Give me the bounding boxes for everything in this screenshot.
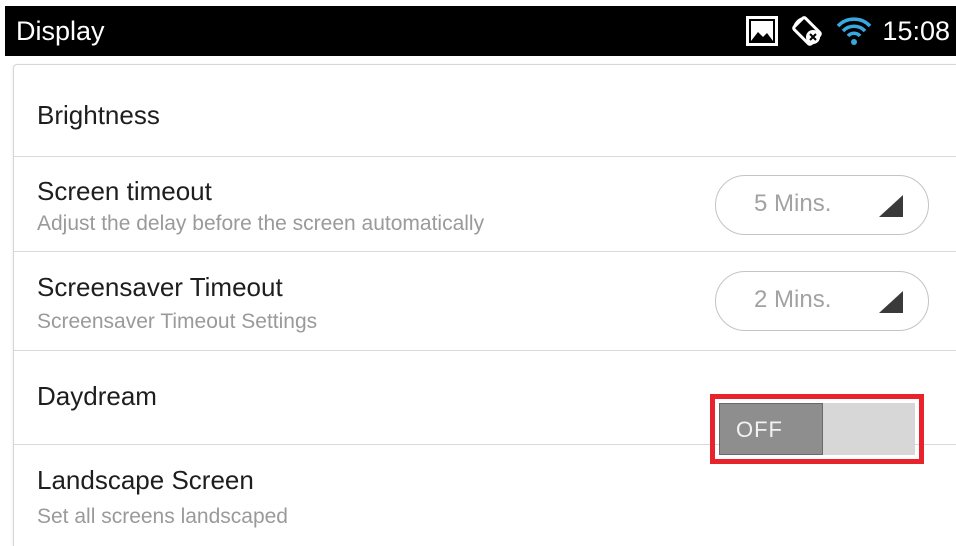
setting-subtitle: Adjust the delay before the screen autom… bbox=[37, 212, 485, 235]
auto-rotate-off-icon bbox=[792, 16, 823, 46]
display-settings-screen: Display 15:08 Brightness Screen timeout … bbox=[0, 0, 956, 546]
page-title: Display bbox=[16, 16, 105, 46]
setting-brightness[interactable]: Brightness bbox=[14, 65, 956, 157]
settings-list: Brightness Screen timeout Adjust the del… bbox=[13, 64, 956, 546]
setting-title: Brightness bbox=[37, 100, 160, 130]
wifi-icon bbox=[837, 17, 872, 45]
status-clock: 15:08 bbox=[882, 16, 950, 46]
setting-title: Daydream bbox=[37, 381, 157, 411]
setting-title: Screensaver Timeout bbox=[37, 272, 283, 302]
landscape-toggle-highlight: OFF bbox=[710, 394, 924, 464]
setting-title: Screen timeout bbox=[37, 176, 212, 206]
dropdown-value: 2 Mins. bbox=[754, 286, 832, 313]
toggle-thumb[interactable]: OFF bbox=[719, 403, 823, 455]
setting-screensaver-timeout[interactable]: Screensaver Timeout Screensaver Timeout … bbox=[14, 252, 956, 351]
dropdown-corner-arrow-icon bbox=[879, 291, 903, 313]
screensaver-timeout-dropdown[interactable]: 2 Mins. bbox=[715, 271, 929, 331]
setting-subtitle: Screensaver Timeout Settings bbox=[37, 310, 318, 333]
setting-screen-timeout[interactable]: Screen timeout Adjust the delay before t… bbox=[14, 157, 956, 252]
image-notification-icon bbox=[746, 16, 779, 46]
landscape-screen-toggle[interactable]: OFF bbox=[719, 403, 915, 455]
dropdown-corner-arrow-icon bbox=[879, 195, 903, 217]
toggle-label: OFF bbox=[736, 417, 783, 442]
setting-title: Landscape Screen bbox=[37, 465, 254, 495]
status-icons: 15:08 bbox=[734, 12, 950, 50]
screen-timeout-dropdown[interactable]: 5 Mins. bbox=[715, 175, 929, 235]
status-bar: Display 15:08 bbox=[5, 6, 956, 56]
dropdown-value: 5 Mins. bbox=[754, 190, 832, 217]
setting-subtitle: Set all screens landscaped bbox=[37, 505, 288, 528]
